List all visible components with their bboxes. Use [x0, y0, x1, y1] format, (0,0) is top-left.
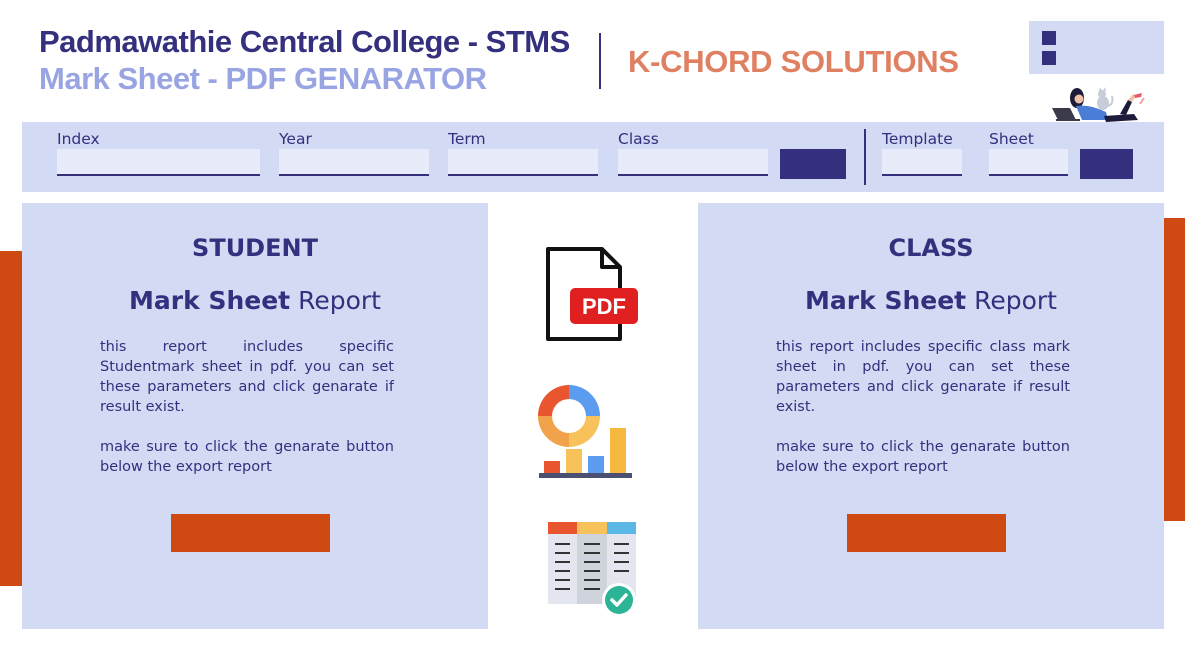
class-input[interactable]: [618, 149, 768, 176]
template-label: Template: [882, 130, 953, 148]
class-description-2: make sure to click the genarate button b…: [776, 439, 1070, 475]
header-divider: [599, 33, 601, 89]
class-panel-title: CLASS: [888, 234, 974, 262]
spreadsheet-check-icon: [548, 522, 636, 617]
class-description-1: this report includes specific class mark…: [776, 339, 1070, 415]
app-subtitle: Mark Sheet - PDF GENARATOR: [39, 61, 487, 96]
app-title: Padmawathie Central College - STMS: [39, 24, 570, 59]
filter-bar: Index Year Term Class Template Sheet: [22, 122, 1164, 192]
class-label: Class: [618, 130, 659, 148]
student-description-2: make sure to click the genarate button b…: [100, 439, 394, 475]
right-accent-bar: [1164, 218, 1185, 521]
student-panel: STUDENT Mark Sheet Report this report in…: [22, 203, 488, 629]
class-panel-description: this report includes specific class mark…: [776, 337, 1070, 497]
menu-icon: [1042, 31, 1056, 45]
brand-name: K-CHORD SOLUTIONS: [628, 44, 959, 79]
class-subtitle-bold: Mark Sheet: [805, 286, 967, 315]
pdf-badge-text: PDF: [582, 294, 626, 319]
sheet-label: Sheet: [989, 130, 1034, 148]
left-accent-bar: [0, 251, 22, 586]
charts-icon: [538, 385, 632, 478]
student-panel-subtitle: Mark Sheet Report: [22, 286, 488, 315]
class-panel-subtitle: Mark Sheet Report: [698, 286, 1164, 315]
student-generate-button[interactable]: [171, 514, 330, 552]
student-subtitle-bold: Mark Sheet: [129, 286, 291, 315]
term-label: Term: [448, 130, 486, 148]
student-description-1: this report includes specific Studentmar…: [100, 339, 394, 415]
sheet-button[interactable]: [1080, 149, 1133, 179]
class-panel: CLASS Mark Sheet Report this report incl…: [698, 203, 1164, 629]
year-input[interactable]: [279, 149, 429, 176]
menu-icon-bottom: [1042, 51, 1056, 65]
student-panel-title: STUDENT: [192, 234, 318, 262]
student-subtitle-rest: Report: [290, 286, 381, 315]
index-label: Index: [57, 130, 100, 148]
search-button[interactable]: [780, 149, 846, 179]
person-laptop-illustration: [1052, 87, 1145, 122]
class-subtitle-rest: Report: [966, 286, 1057, 315]
template-input[interactable]: [882, 149, 962, 176]
sheet-input[interactable]: [989, 149, 1068, 176]
menu-button[interactable]: [1029, 21, 1164, 74]
year-label: Year: [279, 130, 312, 148]
student-panel-description: this report includes specific Studentmar…: [100, 337, 394, 497]
filter-divider: [864, 129, 866, 185]
index-input[interactable]: [57, 149, 260, 176]
pdf-file-icon: PDF: [546, 247, 638, 341]
term-input[interactable]: [448, 149, 598, 176]
class-generate-button[interactable]: [847, 514, 1006, 552]
